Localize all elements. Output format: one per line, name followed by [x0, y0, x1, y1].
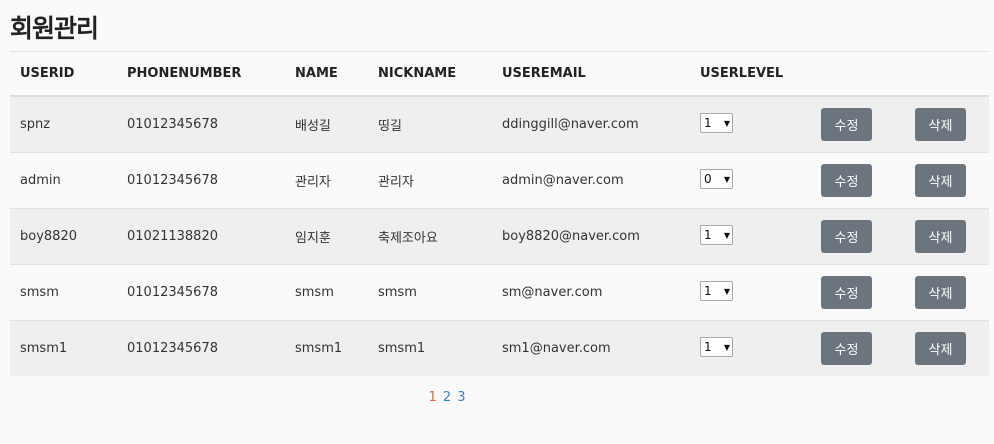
level-select-value: 1	[704, 116, 712, 130]
page-link[interactable]: 3	[457, 390, 465, 405]
cell-phone: 01012345678	[117, 320, 285, 376]
delete-button[interactable]: 삭제	[915, 332, 966, 365]
cell-phone: 01012345678	[117, 264, 285, 321]
delete-button[interactable]: 삭제	[915, 108, 966, 141]
level-select-value: 1	[704, 228, 712, 242]
member-table: USERID PHONENUMBER NAME NICKNAME USEREMA…	[10, 52, 989, 376]
cell-phone: 01012345678	[117, 152, 285, 209]
level-select[interactable]: 1 ▼	[700, 225, 733, 245]
cell-email: sm@naver.com	[492, 264, 690, 321]
cell-level: 1 ▼	[690, 208, 811, 265]
cell-userid: smsm	[10, 264, 117, 321]
cell-nickname: 띵길	[368, 95, 492, 153]
level-select-value: 0	[704, 172, 712, 186]
level-select[interactable]: 1 ▼	[700, 281, 733, 301]
cell-level: 0 ▼	[690, 152, 811, 209]
dropdown-arrow-icon: ▼	[723, 118, 730, 128]
cell-userid: admin	[10, 152, 117, 209]
cell-name: 관리자	[285, 152, 368, 209]
cell-name: smsm	[285, 264, 368, 321]
edit-button[interactable]: 수정	[821, 332, 872, 365]
cell-userid: boy8820	[10, 208, 117, 265]
column-header-phonenumber: PHONENUMBER	[117, 52, 285, 97]
cell-nickname: smsm	[368, 264, 492, 321]
cell-level: 1 ▼	[690, 95, 811, 153]
table-header-row: USERID PHONENUMBER NAME NICKNAME USEREMA…	[10, 52, 989, 97]
table-row: admin 01012345678 관리자 관리자 admin@naver.co…	[10, 152, 989, 209]
delete-button[interactable]: 삭제	[915, 220, 966, 253]
table-row: spnz 01012345678 배성길 띵길 ddinggill@naver.…	[10, 95, 989, 153]
cell-phone: 01021138820	[117, 208, 285, 265]
cell-name: 임지훈	[285, 208, 368, 265]
cell-delete: 삭제	[905, 264, 989, 321]
dropdown-arrow-icon: ▼	[723, 230, 730, 240]
level-select-value: 1	[704, 340, 712, 354]
cell-email: sm1@naver.com	[492, 320, 690, 376]
page-link[interactable]: 2	[443, 390, 451, 405]
table-row: smsm1 01012345678 smsm1 smsm1 sm1@naver.…	[10, 320, 989, 376]
table-row: smsm 01012345678 smsm smsm sm@naver.com …	[10, 264, 989, 321]
cell-userid: smsm1	[10, 320, 117, 376]
cell-edit: 수정	[811, 95, 905, 153]
cell-nickname: 축제조아요	[368, 208, 492, 265]
dropdown-arrow-icon: ▼	[723, 174, 730, 184]
cell-name: smsm1	[285, 320, 368, 376]
cell-nickname: smsm1	[368, 320, 492, 376]
level-select[interactable]: 1 ▼	[700, 337, 733, 357]
column-header-userlevel: USERLEVEL	[690, 52, 811, 97]
cell-level: 1 ▼	[690, 264, 811, 321]
table-row: boy8820 01021138820 임지훈 축제조아요 boy8820@na…	[10, 208, 989, 265]
level-select[interactable]: 1 ▼	[700, 113, 733, 133]
cell-edit: 수정	[811, 264, 905, 321]
level-select[interactable]: 0 ▼	[700, 169, 733, 189]
column-header-edit	[811, 52, 905, 97]
edit-button[interactable]: 수정	[821, 220, 872, 253]
column-header-useremail: USEREMAIL	[492, 52, 690, 97]
cell-phone: 01012345678	[117, 95, 285, 153]
cell-delete: 삭제	[905, 95, 989, 153]
cell-userid: spnz	[10, 95, 117, 153]
pagination: 1 2 3	[0, 390, 894, 405]
dropdown-arrow-icon: ▼	[723, 342, 730, 352]
level-select-value: 1	[704, 284, 712, 298]
column-header-nickname: NICKNAME	[368, 52, 492, 97]
cell-edit: 수정	[811, 320, 905, 376]
column-header-userid: USERID	[10, 52, 117, 97]
cell-edit: 수정	[811, 208, 905, 265]
cell-nickname: 관리자	[368, 152, 492, 209]
cell-delete: 삭제	[905, 152, 989, 209]
cell-delete: 삭제	[905, 320, 989, 376]
cell-delete: 삭제	[905, 208, 989, 265]
edit-button[interactable]: 수정	[821, 164, 872, 197]
page-title: 회원관리	[10, 14, 99, 43]
cell-level: 1 ▼	[690, 320, 811, 376]
cell-email: admin@naver.com	[492, 152, 690, 209]
cell-email: ddinggill@naver.com	[492, 95, 690, 153]
dropdown-arrow-icon: ▼	[723, 286, 730, 296]
column-header-name: NAME	[285, 52, 368, 97]
column-header-delete	[905, 52, 989, 97]
page-link-current[interactable]: 1	[428, 390, 436, 405]
edit-button[interactable]: 수정	[821, 276, 872, 309]
edit-button[interactable]: 수정	[821, 108, 872, 141]
cell-email: boy8820@naver.com	[492, 208, 690, 265]
delete-button[interactable]: 삭제	[915, 276, 966, 309]
cell-name: 배성길	[285, 95, 368, 153]
cell-edit: 수정	[811, 152, 905, 209]
delete-button[interactable]: 삭제	[915, 164, 966, 197]
